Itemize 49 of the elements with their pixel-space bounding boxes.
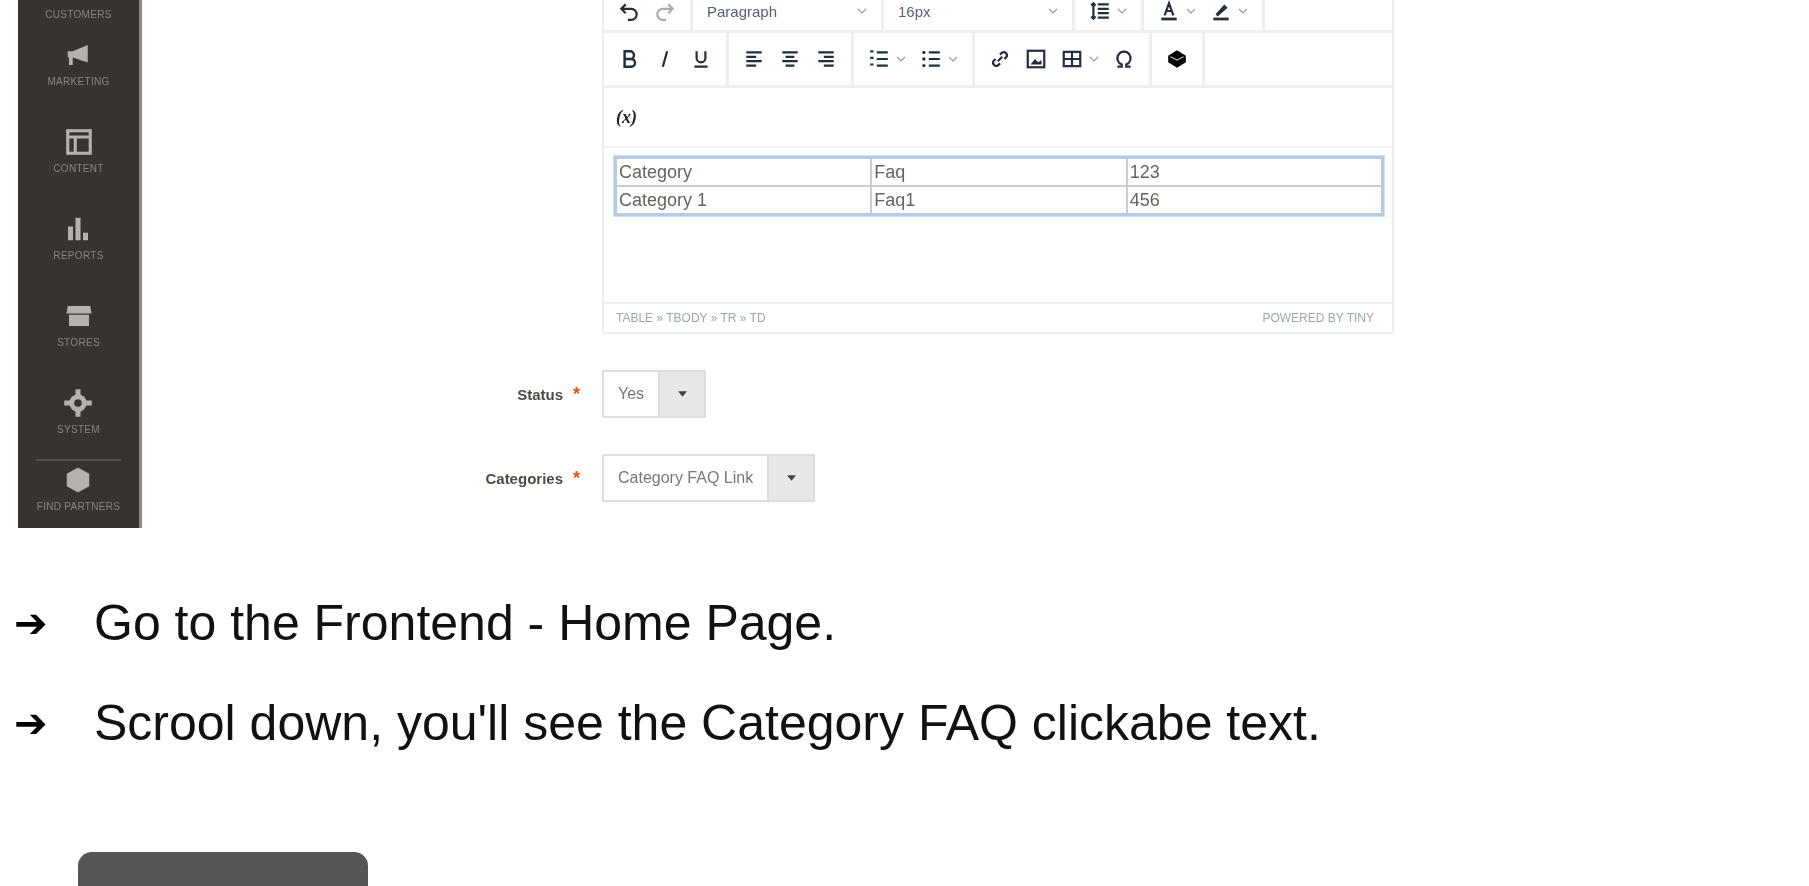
step-text: Scrool down, you'll see the Category FAQ clickabe text.	[94, 694, 1321, 752]
chevron-down-icon[interactable]	[1238, 8, 1248, 14]
bullet-list-icon[interactable]	[920, 48, 942, 70]
arrow-bullet: ➔	[14, 600, 49, 646]
table-cell: Faq	[871, 157, 1127, 186]
editor-table[interactable]: Category Faq 123 Category 1 Faq1 456	[614, 156, 1384, 216]
font-size-select[interactable]: 16px	[898, 2, 1058, 20]
image-icon[interactable]	[1025, 48, 1047, 70]
chevron-down-icon[interactable]	[948, 56, 958, 62]
chevron-down-icon[interactable]	[1117, 8, 1127, 14]
chevron-down-icon	[1048, 8, 1058, 14]
sidebar-item-label[interactable]: CONTENT	[53, 163, 104, 174]
sidebar-item-label[interactable]: REPORTS	[53, 250, 104, 261]
chevron-down-icon[interactable]	[1186, 8, 1196, 14]
chevron-down-icon[interactable]	[896, 56, 906, 62]
layout-icon[interactable]	[63, 127, 94, 157]
insert-variable-button[interactable]: (x)	[616, 106, 637, 128]
element-path: TABLE » TBODY » TR » TD	[616, 311, 766, 325]
table-icon[interactable]	[1061, 48, 1083, 70]
chevron-down-icon	[857, 8, 867, 14]
omega-icon[interactable]	[1113, 48, 1135, 70]
arrow-bullet: ➔	[14, 700, 49, 746]
required-asterisk: *	[573, 467, 580, 489]
field-label: Categories	[485, 469, 563, 487]
settings-icon[interactable]	[63, 388, 94, 418]
table-cell: Category	[615, 157, 872, 186]
align-left-icon[interactable]	[743, 48, 765, 70]
step-text: Go to the Frontend - Home Page.	[94, 594, 837, 652]
sidebar-item-label[interactable]: MARKETING	[47, 76, 110, 87]
required-asterisk: *	[573, 383, 580, 405]
caret-down-icon	[786, 475, 796, 481]
widget-icon[interactable]	[1166, 48, 1188, 70]
numbered-list-icon[interactable]	[868, 48, 890, 70]
align-center-icon[interactable]	[779, 48, 801, 70]
field-label: Status	[517, 385, 563, 403]
caret-down-icon	[677, 391, 687, 397]
branding-link[interactable]: POWERED BY TINY	[1262, 311, 1374, 325]
sidebar-item-label[interactable]: CUSTOMERS	[45, 9, 112, 20]
align-right-icon[interactable]	[815, 48, 837, 70]
link-icon[interactable]	[989, 48, 1011, 70]
sidebar-item-label[interactable]: SYSTEM	[57, 424, 100, 435]
dropdown-select[interactable]: Yes	[602, 370, 707, 418]
sidebar-item-label[interactable]: FIND PARTNERS	[36, 501, 121, 512]
dropdown-select[interactable]: Category FAQ Link	[602, 454, 816, 502]
text-color-icon[interactable]	[1158, 0, 1180, 22]
sidebar-item-label[interactable]: STORES	[57, 337, 100, 348]
chevron-down-icon[interactable]	[1089, 56, 1099, 62]
line-height-icon[interactable]	[1089, 0, 1111, 22]
format-select[interactable]: Paragraph	[707, 2, 867, 20]
